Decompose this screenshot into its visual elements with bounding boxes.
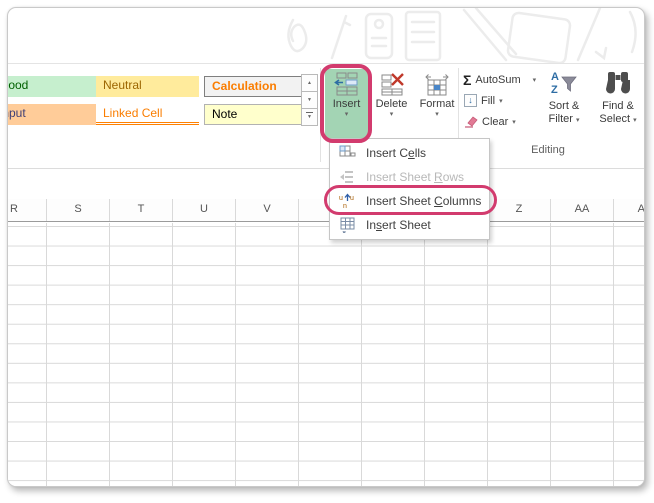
insert-dropdown-menu: Insert Cells Insert Sheet Rows u u n Ins…	[329, 138, 490, 240]
menu-item-label: Insert Sheet Columns	[366, 194, 482, 208]
autosum-dropdown-arrow-icon[interactable]: ▾	[533, 76, 537, 84]
column-header-ab[interactable]: AB	[638, 203, 644, 215]
cell-style-good[interactable]: Good	[8, 76, 96, 97]
menu-item-insert-sheet-columns[interactable]: u u n Insert Sheet Columns	[330, 189, 489, 213]
fill-dropdown-arrow-icon[interactable]: ▾	[499, 97, 503, 105]
stationery-doodles-decoration	[287, 8, 637, 63]
svg-text:Z: Z	[551, 84, 558, 96]
sort-filter-label-line2: Filter	[548, 113, 573, 125]
sort-filter-label-line1: Sort &	[548, 100, 580, 112]
clear-dropdown-arrow-icon[interactable]: ▾	[512, 118, 516, 126]
sort-filter-dropdown-arrow-icon[interactable]: ▾	[576, 117, 580, 124]
svg-text:u: u	[339, 195, 343, 202]
worksheet-grid[interactable]	[8, 223, 644, 486]
top-band-divider	[8, 63, 644, 64]
fill-down-icon: ↓	[464, 94, 477, 107]
delete-cells-icon	[381, 73, 404, 96]
cell-style-neutral[interactable]: Neutral	[96, 76, 199, 97]
insert-sheet-rows-menu-icon	[340, 171, 353, 183]
menu-item-insert-sheet-rows[interactable]: Insert Sheet Rows	[330, 165, 489, 189]
format-button[interactable]: Format ▾	[414, 69, 460, 139]
screenshot-frame: Good Neutral Calculation Input Linked Ce…	[7, 7, 645, 487]
svg-text:A: A	[551, 71, 559, 83]
more-bar-icon	[306, 112, 313, 113]
column-header-row: R S T U V Z AA AB	[8, 199, 644, 222]
cell-style-calculation[interactable]: Calculation	[204, 76, 303, 97]
insert-sheet-columns-menu-icon: u u n	[339, 193, 354, 209]
insert-cells-icon	[333, 72, 357, 96]
column-header-s[interactable]: S	[74, 203, 81, 215]
cell-style-input[interactable]: Input	[8, 104, 96, 125]
insert-button[interactable]: Insert ▾	[325, 69, 368, 139]
sigma-icon: Σ	[463, 72, 472, 88]
menu-item-insert-cells[interactable]: Insert Cells	[330, 141, 489, 165]
format-dropdown-arrow-icon[interactable]: ▾	[414, 111, 460, 119]
insert-cells-menu-icon	[339, 145, 356, 157]
column-header-z[interactable]: Z	[516, 203, 523, 215]
insert-dropdown-arrow-icon[interactable]: ▾	[325, 111, 368, 119]
delete-button[interactable]: Delete ▾	[370, 69, 413, 139]
format-button-label: Format	[419, 98, 455, 110]
find-select-button[interactable]: Find & Select ▾	[592, 69, 644, 141]
autosum-button[interactable]: Σ AutoSum ▾	[463, 72, 536, 88]
menu-item-insert-sheet[interactable]: Insert Sheet	[330, 213, 489, 237]
delete-button-label: Delete	[375, 98, 408, 110]
gallery-scroll-up-button[interactable]: ▲	[301, 74, 318, 92]
fill-label: Fill	[481, 94, 496, 107]
styles-gallery-scrollbar: ▲ ▼ ▼	[301, 74, 318, 131]
svg-text:u: u	[350, 195, 354, 202]
column-header-u[interactable]: U	[200, 203, 208, 215]
eraser-icon	[465, 116, 478, 128]
gallery-more-button[interactable]: ▼	[301, 108, 318, 126]
find-select-dropdown-arrow-icon[interactable]: ▾	[633, 117, 637, 124]
binoculars-icon	[606, 72, 630, 94]
format-cells-icon	[425, 74, 449, 96]
svg-text:n: n	[343, 203, 347, 209]
delete-dropdown-arrow-icon[interactable]: ▾	[370, 111, 413, 119]
sort-filter-icon: A Z	[551, 71, 577, 96]
column-header-r[interactable]: R	[10, 203, 18, 215]
cell-style-note[interactable]: Note	[204, 104, 303, 125]
menu-item-label: Insert Cells	[366, 146, 427, 160]
insert-button-label: Insert	[332, 98, 361, 110]
column-header-v[interactable]: V	[263, 203, 270, 215]
fill-button[interactable]: ↓ Fill ▾	[464, 94, 503, 107]
cell-style-linked-cell[interactable]: Linked Cell	[96, 104, 199, 125]
insert-sheet-menu-icon	[340, 217, 355, 233]
find-select-label-line2: Select	[599, 113, 630, 125]
ribbon-bottom-divider	[8, 168, 644, 169]
clear-label: Clear	[482, 116, 509, 128]
group-divider	[320, 68, 321, 162]
autosum-label: AutoSum	[475, 74, 521, 86]
find-select-label-line1: Find &	[602, 100, 634, 112]
column-header-t[interactable]: T	[138, 203, 145, 215]
menu-item-label: Insert Sheet	[366, 218, 431, 232]
sort-filter-button[interactable]: A Z Sort & Filter ▾	[538, 69, 590, 141]
column-header-aa[interactable]: AA	[575, 203, 590, 215]
clear-button[interactable]: Clear ▾	[464, 116, 516, 128]
menu-item-label: Insert Sheet Rows	[366, 170, 465, 184]
gallery-scroll-down-button[interactable]: ▼	[301, 91, 318, 109]
